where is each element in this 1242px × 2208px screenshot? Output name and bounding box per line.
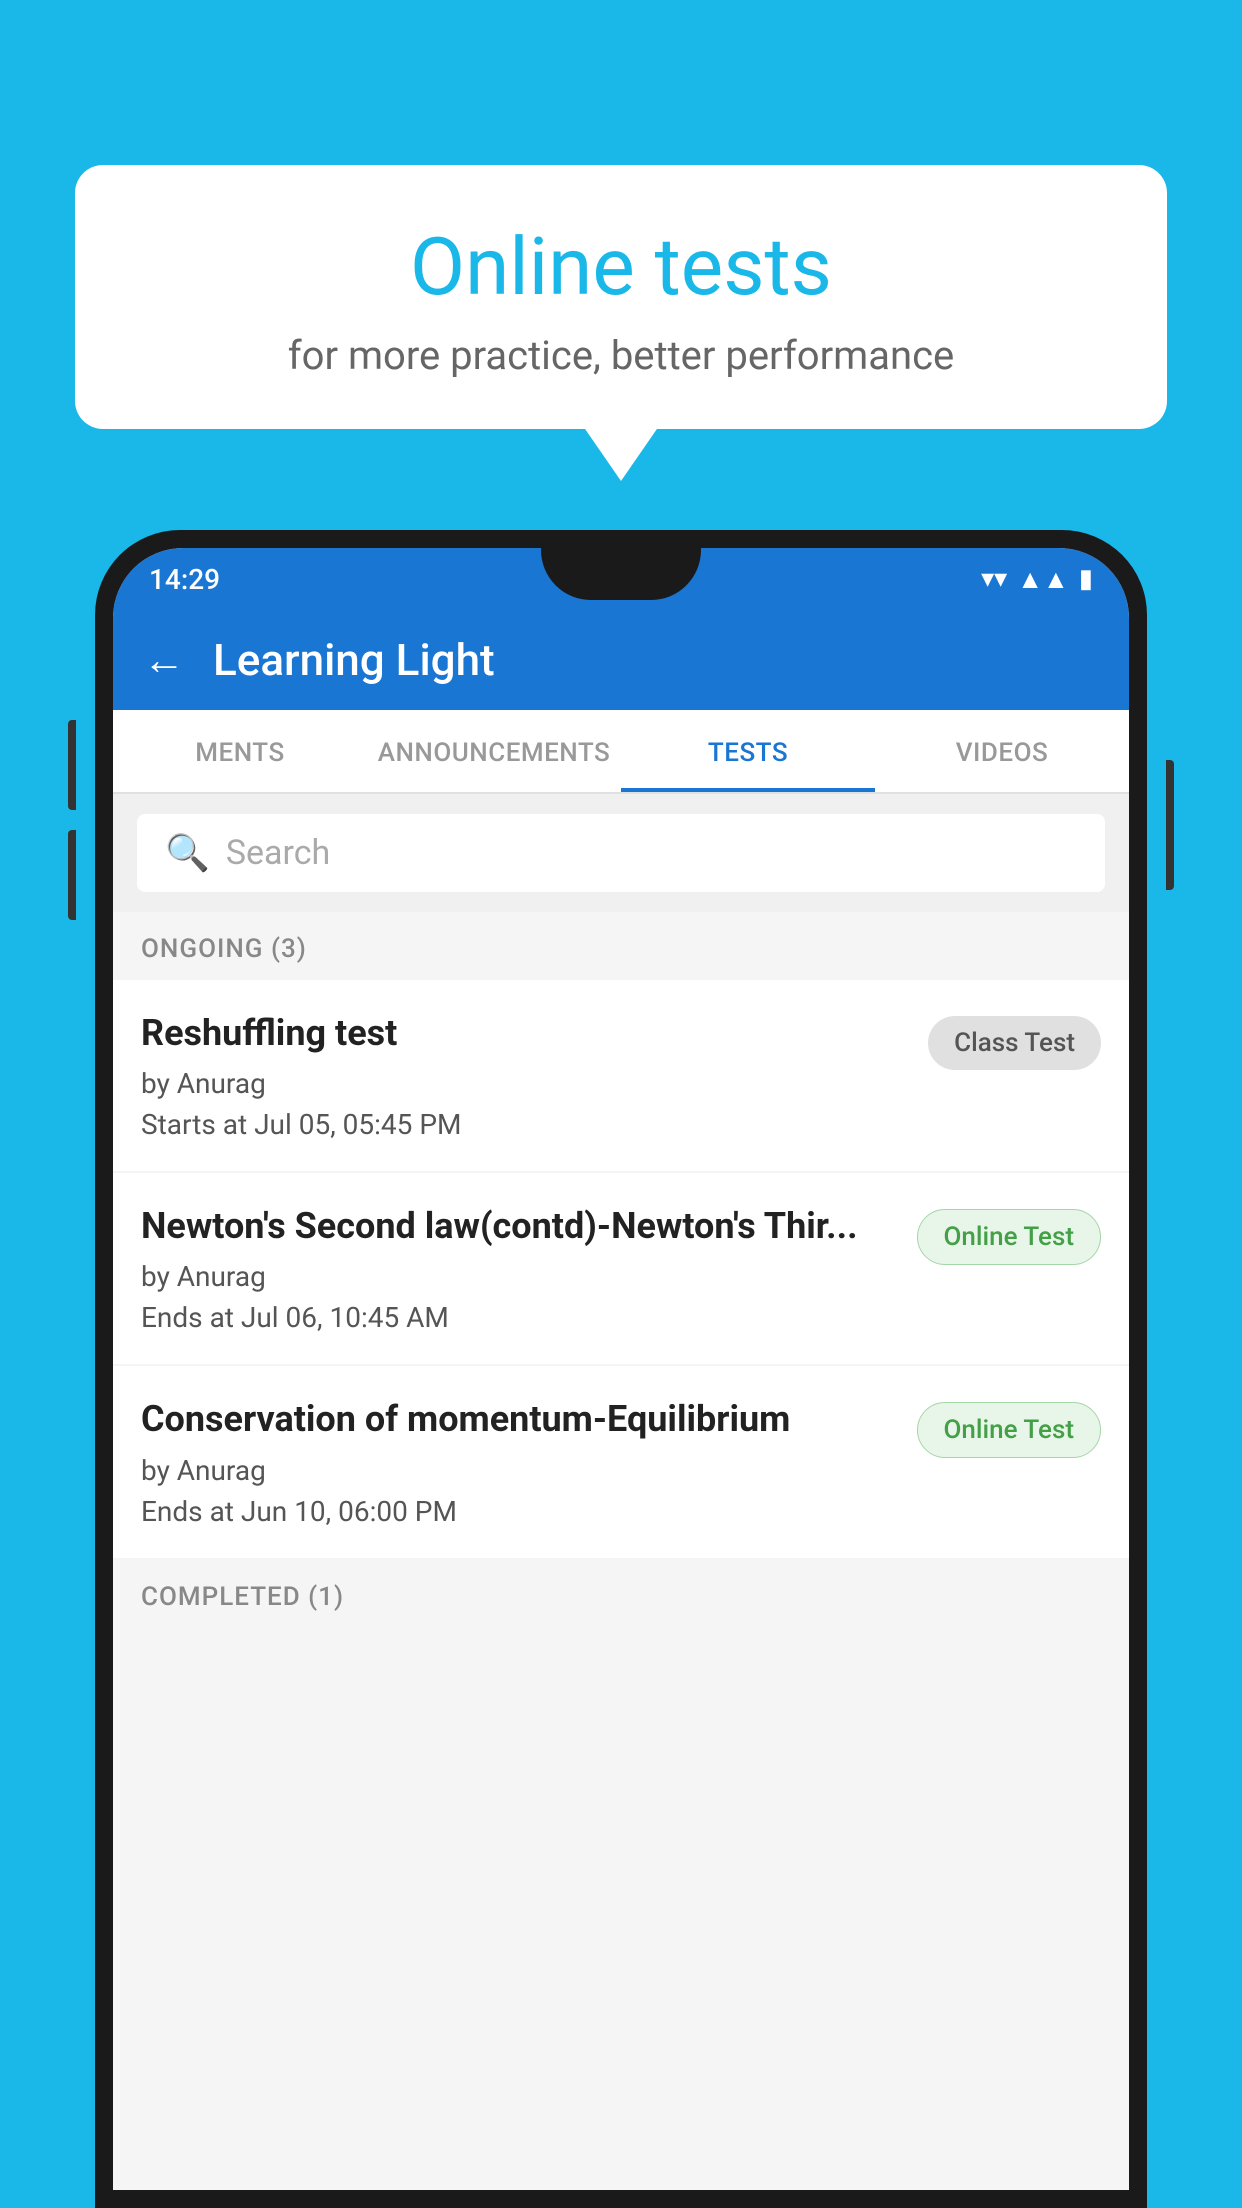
wifi-icon: ▾▾ — [981, 564, 1007, 594]
status-time: 14:29 — [149, 563, 220, 596]
power-button[interactable] — [1166, 760, 1174, 890]
search-icon: 🔍 — [165, 832, 210, 874]
test-author: by Anurag — [141, 1454, 897, 1487]
test-date: Ends at Jul 06, 10:45 AM — [141, 1301, 897, 1334]
signal-icon: ▲▲ — [1017, 564, 1068, 595]
battery-icon: ▮ — [1079, 564, 1093, 594]
test-author: by Anurag — [141, 1260, 897, 1293]
tab-ments[interactable]: MENTS — [113, 710, 367, 792]
tab-tests[interactable]: TESTS — [621, 710, 875, 792]
phone-frame: 14:29 ▾▾ ▲▲ ▮ ← Learning Light MENTS ANN… — [95, 530, 1147, 2208]
test-card-info: Reshuffling test by Anurag Starts at Jul… — [141, 1012, 928, 1141]
class-test-badge: Class Test — [928, 1016, 1101, 1070]
test-date: Starts at Jul 05, 05:45 PM — [141, 1108, 908, 1141]
online-test-badge-2: Online Test — [917, 1402, 1102, 1458]
tab-announcements[interactable]: ANNOUNCEMENTS — [367, 710, 621, 792]
online-test-badge: Online Test — [917, 1209, 1102, 1265]
app-bar-title: Learning Light — [213, 634, 495, 686]
tab-videos[interactable]: VIDEOS — [875, 710, 1129, 792]
completed-section-header: COMPLETED (1) — [113, 1560, 1129, 1628]
search-container: 🔍 Search — [113, 794, 1129, 912]
test-author: by Anurag — [141, 1067, 908, 1100]
test-card-info: Newton's Second law(contd)-Newton's Thir… — [141, 1205, 917, 1334]
test-title: Reshuffling test — [141, 1012, 908, 1055]
speech-bubble-title: Online tests — [135, 220, 1107, 314]
volume-up-button[interactable] — [68, 720, 76, 810]
speech-bubble: Online tests for more practice, better p… — [75, 165, 1167, 429]
app-bar: ← Learning Light — [113, 610, 1129, 710]
phone-screen: 14:29 ▾▾ ▲▲ ▮ ← Learning Light MENTS ANN… — [113, 548, 1129, 2190]
test-card-newton[interactable]: Newton's Second law(contd)-Newton's Thir… — [113, 1173, 1129, 1364]
test-date: Ends at Jun 10, 06:00 PM — [141, 1495, 897, 1528]
volume-down-button[interactable] — [68, 830, 76, 920]
ongoing-section-header: ONGOING (3) — [113, 912, 1129, 980]
back-button[interactable]: ← — [143, 636, 185, 685]
speech-bubble-subtitle: for more practice, better performance — [135, 332, 1107, 379]
search-placeholder: Search — [226, 833, 330, 873]
notch — [541, 548, 701, 600]
test-card-reshuffling[interactable]: Reshuffling test by Anurag Starts at Jul… — [113, 980, 1129, 1171]
content-area: ONGOING (3) Reshuffling test by Anurag S… — [113, 912, 1129, 1628]
test-title: Newton's Second law(contd)-Newton's Thir… — [141, 1205, 897, 1248]
test-card-info: Conservation of momentum-Equilibrium by … — [141, 1398, 917, 1527]
test-card-conservation[interactable]: Conservation of momentum-Equilibrium by … — [113, 1366, 1129, 1557]
test-title: Conservation of momentum-Equilibrium — [141, 1398, 897, 1441]
status-icons: ▾▾ ▲▲ ▮ — [981, 564, 1093, 595]
search-bar[interactable]: 🔍 Search — [137, 814, 1105, 892]
tabs-container: MENTS ANNOUNCEMENTS TESTS VIDEOS — [113, 710, 1129, 794]
status-bar: 14:29 ▾▾ ▲▲ ▮ — [113, 548, 1129, 610]
